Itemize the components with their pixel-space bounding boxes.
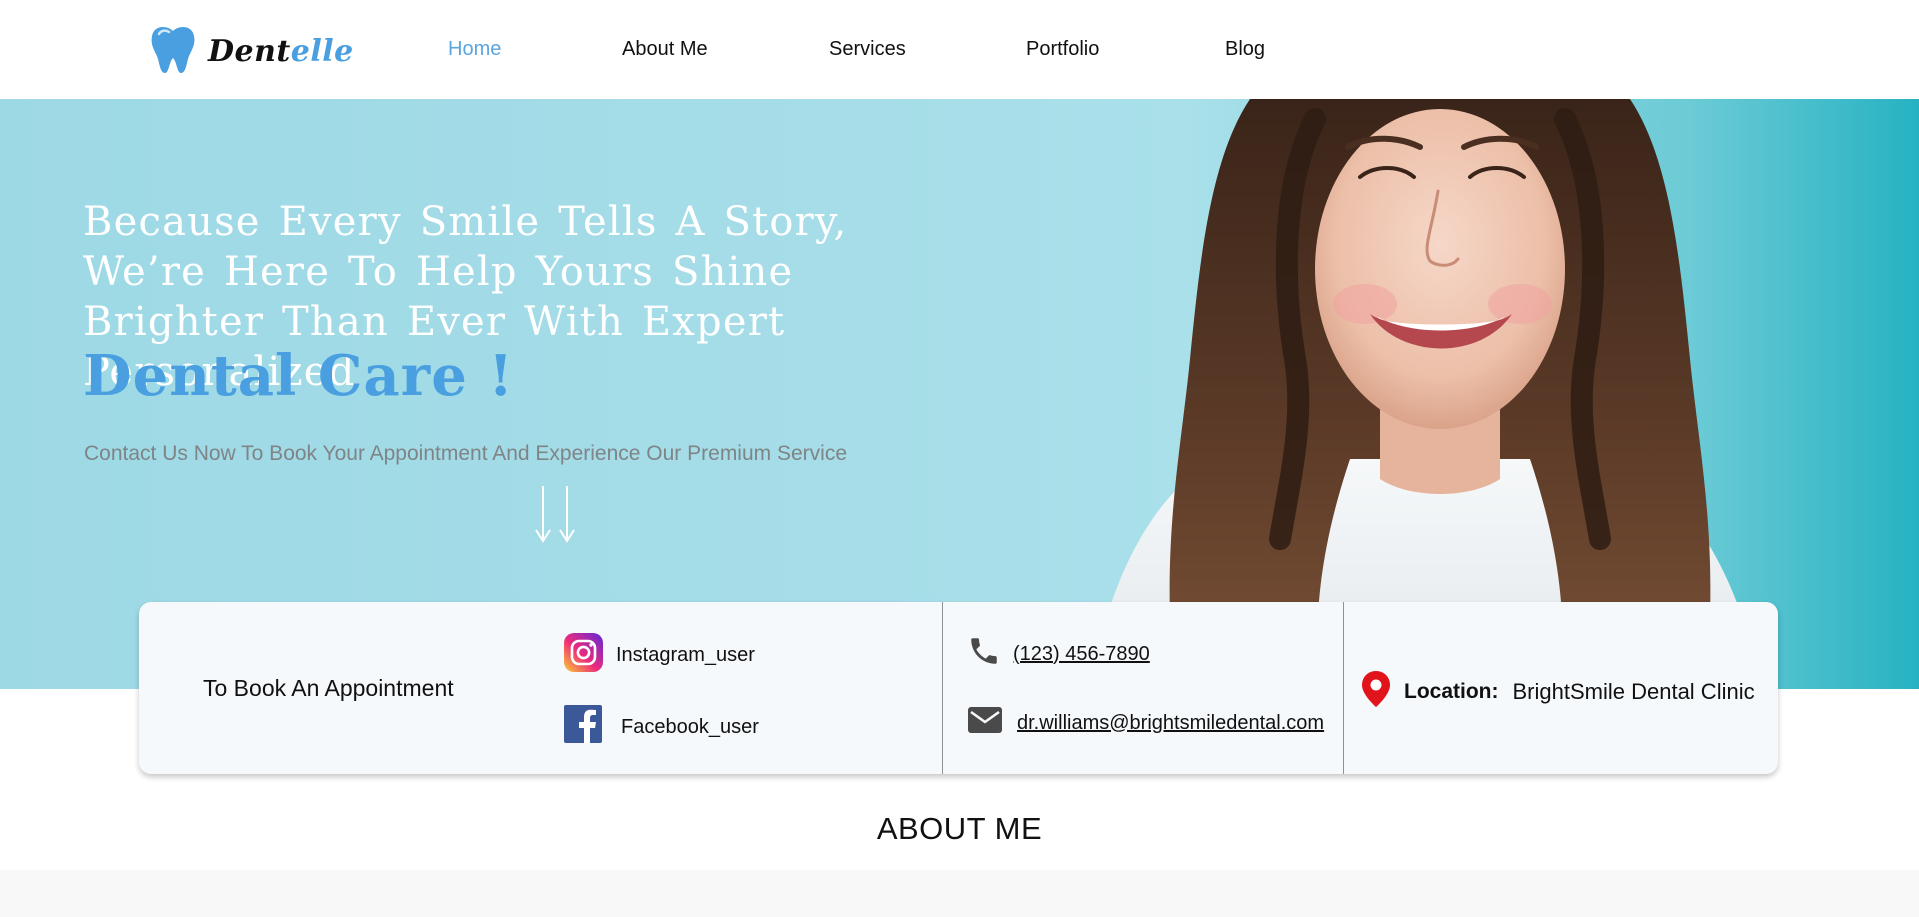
- contact-card: To Book An Appointment Instagram_user Fa…: [139, 602, 1778, 774]
- nav-about-me[interactable]: About Me: [622, 38, 708, 61]
- card-divider-2: [1343, 602, 1344, 774]
- facebook-label: Facebook_user: [621, 715, 759, 738]
- main-nav: Home About Me Services Portfolio Blog: [0, 0, 1919, 99]
- phone-icon: [967, 634, 1001, 674]
- instagram-label: Instagram_user: [616, 644, 755, 666]
- instagram-icon: [563, 632, 604, 679]
- mail-icon: [967, 705, 1003, 741]
- nav-services[interactable]: Services: [829, 38, 906, 61]
- hero-section: Because Every Smile Tells A Story, We’re…: [0, 99, 1919, 689]
- card-divider-1: [942, 602, 943, 774]
- instagram-link[interactable]: Instagram_user: [563, 632, 755, 679]
- location-pin-icon: [1360, 670, 1392, 714]
- location-value: BrightSmile Dental Clinic: [1512, 679, 1755, 704]
- email-link[interactable]: dr.williams@brightsmiledental.com: [1017, 712, 1324, 735]
- facebook-icon: [563, 704, 603, 750]
- book-appointment-title: To Book An Appointment: [203, 675, 454, 701]
- nav-home[interactable]: Home: [448, 38, 501, 61]
- hero-accent-text: Dental Care !: [83, 343, 514, 409]
- double-arrow-down-icon[interactable]: [532, 484, 580, 544]
- email-contact[interactable]: dr.williams@brightsmiledental.com: [967, 705, 1324, 741]
- nav-blog[interactable]: Blog: [1225, 38, 1265, 61]
- about-section-background: [0, 870, 1919, 917]
- about-me-heading: ABOUT ME: [876, 811, 1043, 846]
- phone-contact[interactable]: (123) 456-7890: [967, 634, 1150, 674]
- nav-portfolio[interactable]: Portfolio: [1026, 38, 1099, 61]
- phone-number-link[interactable]: (123) 456-7890: [1013, 643, 1150, 666]
- hero-subtext: Contact Us Now To Book Your Appointment …: [84, 442, 848, 465]
- facebook-link[interactable]: Facebook_user: [563, 704, 759, 750]
- location-label: Location:: [1404, 680, 1499, 703]
- site-header: Dentelle Home About Me Services Portfoli…: [0, 0, 1919, 99]
- hero-portrait-image: [1090, 99, 1760, 689]
- location-info: Location: BrightSmile Dental Clinic: [1360, 670, 1755, 714]
